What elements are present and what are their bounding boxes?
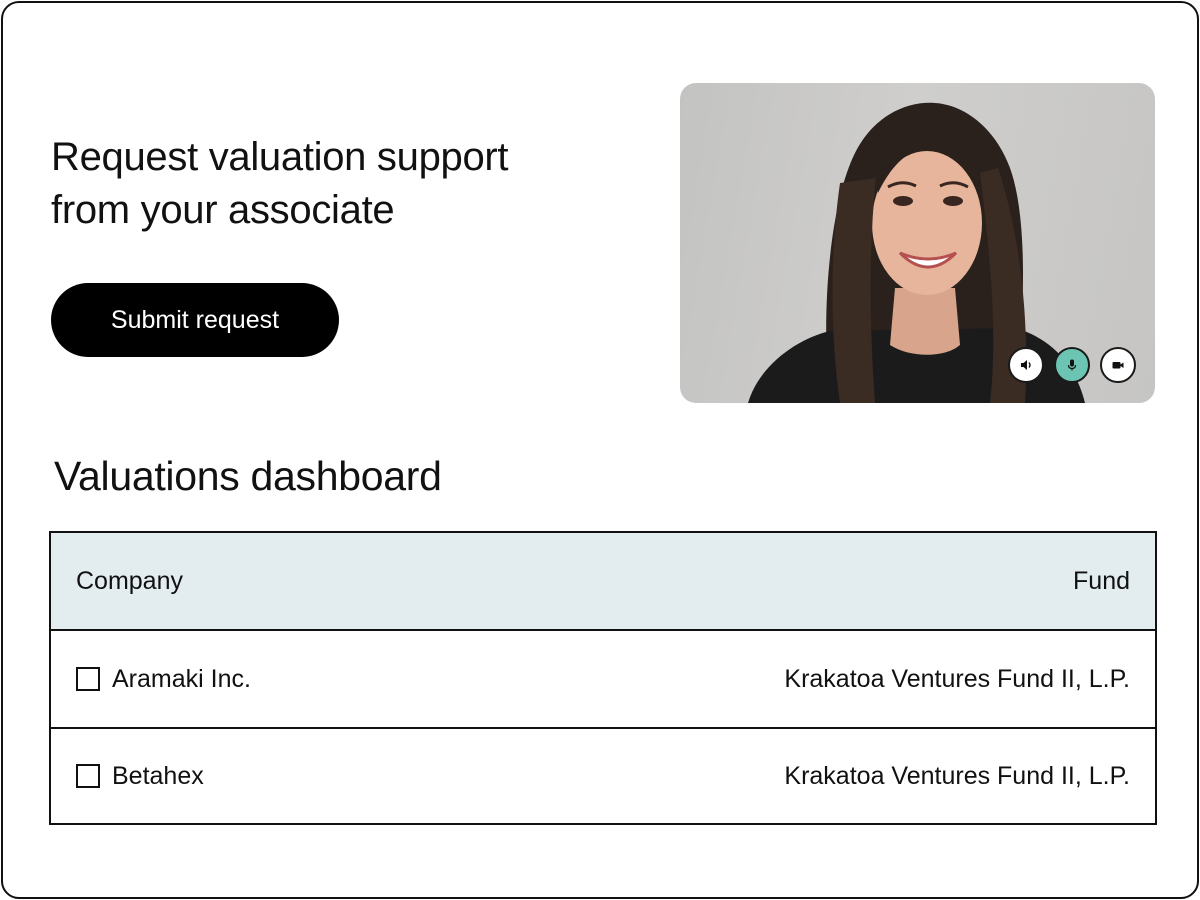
fund-name: Krakatoa Ventures Fund II, L.P. bbox=[784, 761, 1130, 790]
microphone-icon bbox=[1067, 359, 1077, 371]
company-cell: Aramaki Inc. bbox=[76, 665, 251, 694]
submit-request-button[interactable]: Submit request bbox=[51, 283, 339, 357]
company-name: Aramaki Inc. bbox=[112, 664, 251, 693]
table-header: Company Fund bbox=[51, 533, 1155, 631]
video-camera-icon bbox=[1112, 362, 1124, 369]
app-window: Request valuation support from your asso… bbox=[1, 1, 1199, 899]
company-cell: Betahex bbox=[76, 762, 204, 791]
call-controls bbox=[1008, 347, 1136, 383]
valuations-table: Company Fund Aramaki Inc. Krakatoa Ventu… bbox=[49, 531, 1157, 825]
table-row: Aramaki Inc. Krakatoa Ventures Fund II, … bbox=[51, 631, 1155, 727]
speaker-button[interactable] bbox=[1008, 347, 1044, 383]
video-call-panel bbox=[680, 83, 1155, 403]
company-name: Betahex bbox=[112, 761, 204, 790]
page-headline: Request valuation support from your asso… bbox=[51, 131, 611, 237]
microphone-button[interactable] bbox=[1054, 347, 1090, 383]
column-header-company: Company bbox=[76, 566, 183, 595]
row-checkbox[interactable] bbox=[76, 764, 100, 788]
headline-line-1: Request valuation support bbox=[51, 135, 509, 179]
speaker-icon bbox=[1021, 360, 1031, 370]
fund-name: Krakatoa Ventures Fund II, L.P. bbox=[784, 664, 1130, 693]
headline-line-2: from your associate bbox=[51, 188, 395, 232]
dashboard-title: Valuations dashboard bbox=[54, 453, 442, 499]
row-checkbox[interactable] bbox=[76, 667, 100, 691]
camera-button[interactable] bbox=[1100, 347, 1136, 383]
column-header-fund: Fund bbox=[1073, 566, 1130, 595]
table-row: Betahex Krakatoa Ventures Fund II, L.P. bbox=[51, 727, 1155, 823]
